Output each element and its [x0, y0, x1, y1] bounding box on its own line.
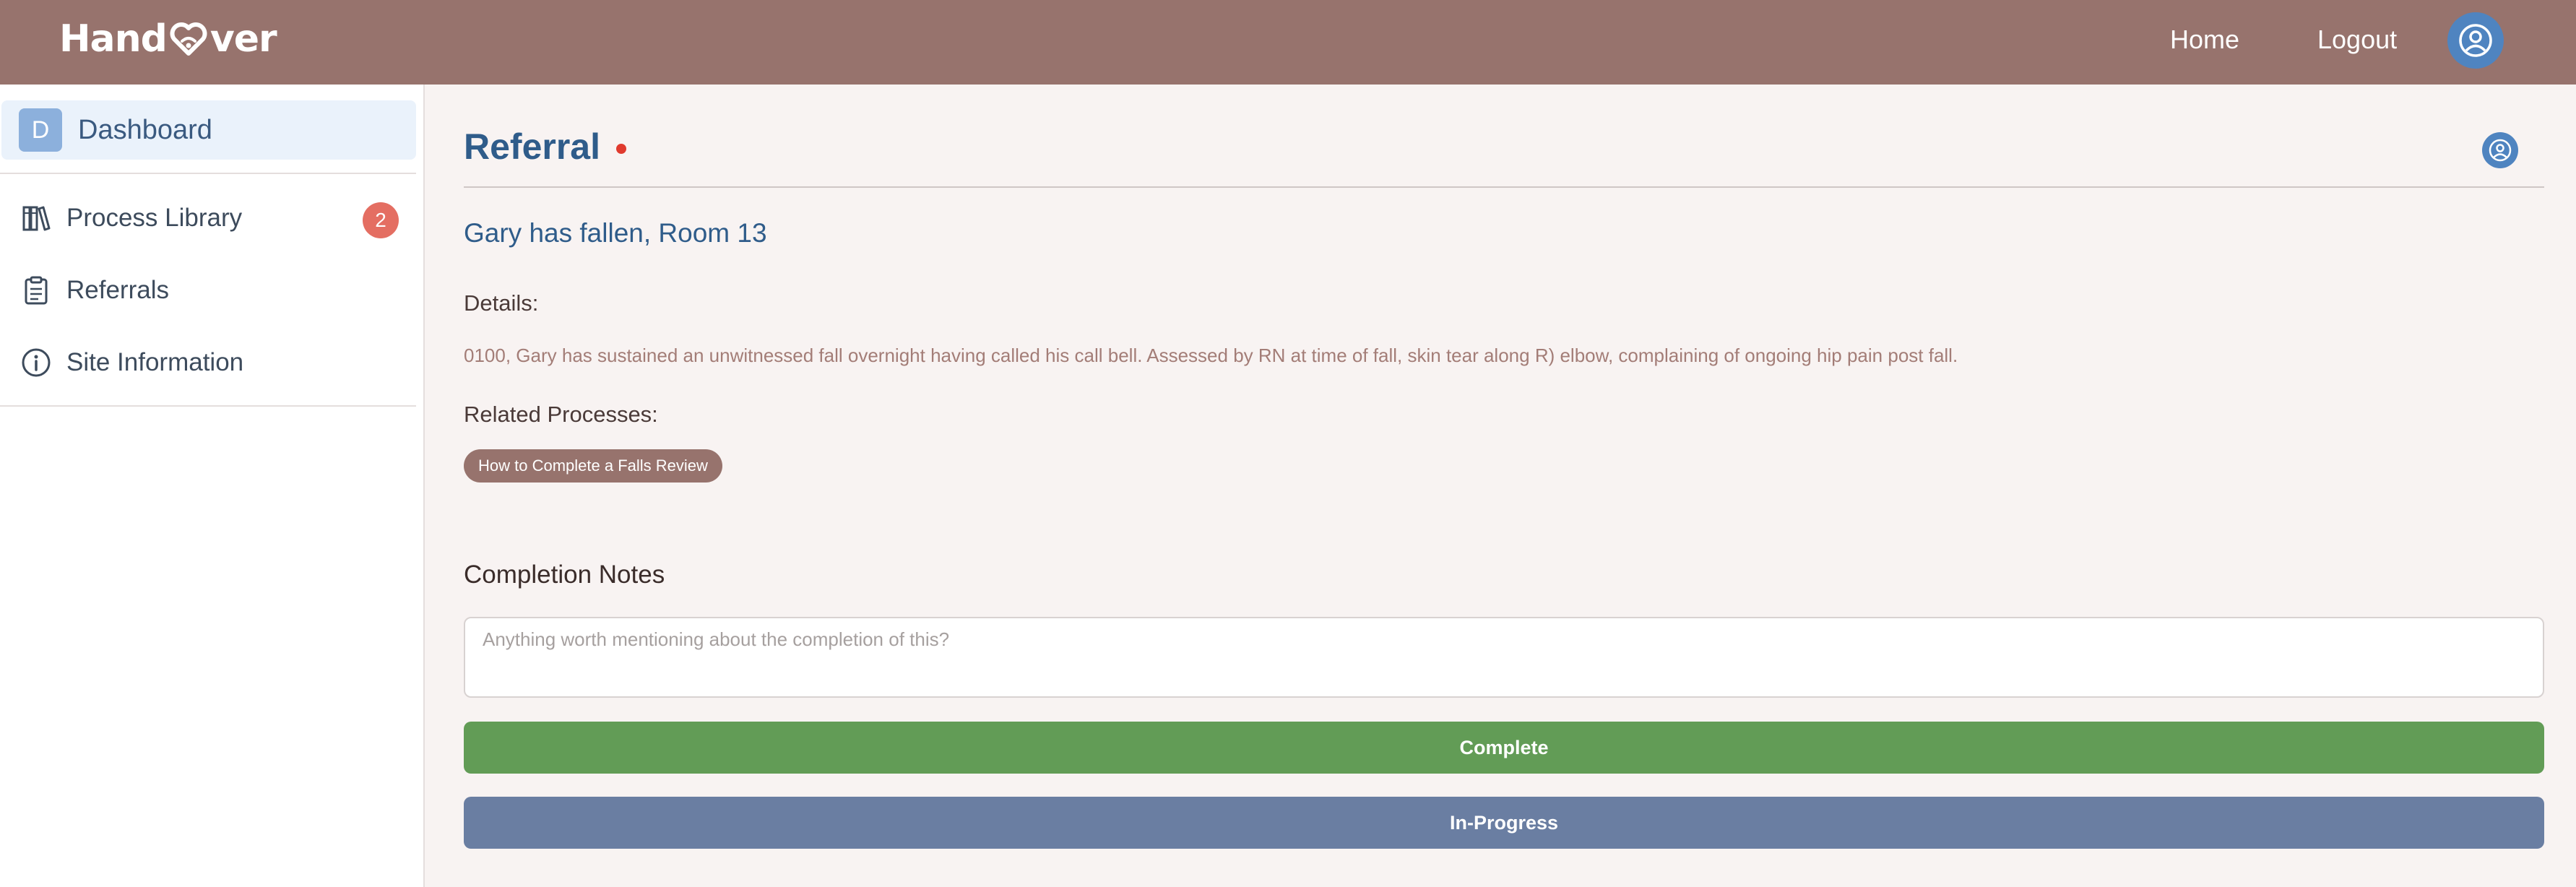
title-divider [464, 186, 2544, 188]
library-icon [19, 201, 53, 235]
dashboard-initial-badge: D [19, 108, 62, 152]
referral-subject: Gary has fallen, Room 13 [464, 218, 767, 248]
status-indicator-dot [616, 144, 626, 154]
sidebar: D Dashboard Process Library 2 Referrals … [0, 85, 425, 887]
sidebar-divider [0, 173, 416, 174]
nav-home-link[interactable]: Home [2170, 25, 2239, 55]
completion-notes-label: Completion Notes [464, 561, 665, 589]
assignee-avatar[interactable] [2482, 132, 2518, 168]
sidebar-item-process-library[interactable]: Process Library 2 [0, 189, 416, 247]
completion-notes-input[interactable] [464, 617, 2544, 698]
sidebar-item-dashboard[interactable]: D Dashboard [1, 100, 416, 160]
sidebar-item-site-information[interactable]: Site Information [0, 334, 416, 391]
details-label: Details: [464, 290, 539, 316]
logo-text-right: ver [209, 17, 277, 61]
info-icon [19, 345, 53, 380]
nav-logout-link[interactable]: Logout [2317, 25, 2397, 55]
clipboard-icon [19, 273, 53, 308]
heart-wifi-icon [170, 22, 207, 56]
top-navigation-bar: Hand ver Home Logout [0, 0, 2576, 85]
sidebar-divider [0, 405, 416, 407]
user-circle-icon [2489, 139, 2512, 162]
in-progress-button[interactable]: In-Progress [464, 797, 2544, 849]
logo-text-left: Hand [59, 17, 168, 61]
notification-count-badge: 2 [363, 202, 399, 238]
user-avatar-button[interactable] [2447, 12, 2504, 69]
related-process-chip[interactable]: How to Complete a Falls Review [464, 449, 722, 483]
sidebar-item-label: Site Information [66, 348, 244, 376]
user-circle-icon [2459, 24, 2492, 57]
sidebar-item-label: Process Library [66, 204, 243, 232]
page-title: Referral [464, 126, 600, 167]
sidebar-item-referrals[interactable]: Referrals [0, 261, 416, 319]
handover-logo[interactable]: Hand ver [59, 17, 277, 61]
sidebar-item-label: Referrals [66, 276, 169, 304]
complete-button[interactable]: Complete [464, 722, 2544, 774]
details-text: 0100, Gary has sustained an unwitnessed … [464, 345, 1958, 366]
related-processes-label: Related Processes: [464, 402, 658, 427]
sidebar-item-label: Dashboard [78, 114, 212, 145]
